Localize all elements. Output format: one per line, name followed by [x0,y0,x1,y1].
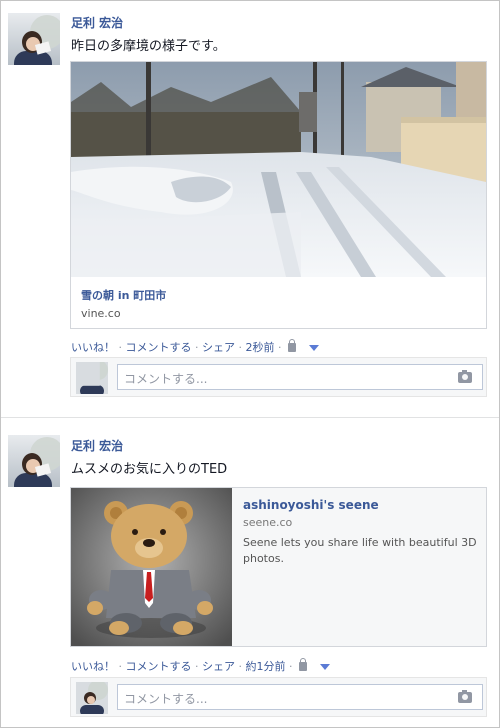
author-avatar[interactable] [8,13,60,65]
comment-input[interactable]: コメントする... [117,684,483,710]
post-actions: いいね！ · コメントする · シェア · 約1分前 · [71,658,330,674]
timestamp-link[interactable]: 約1分前 [246,660,286,673]
camera-icon[interactable] [458,370,472,383]
comment-input[interactable]: コメントする... [117,364,483,390]
lock-icon[interactable] [299,658,307,671]
separator: · [289,660,296,673]
separator: · [195,341,202,354]
comment-placeholder: コメントする... [124,372,208,386]
attachment-caption[interactable]: 雪の朝 in 町田市 vine.co [71,277,486,328]
link-attachment[interactable]: 雪の朝 in 町田市 vine.co [70,61,487,329]
viewer-avatar [76,362,108,394]
feed-post: 足利 宏治 昨日の多摩境の様子です。 雪の朝 in 町田市 vine.co いい… [1,1,499,417]
like-link[interactable]: いいね！ [71,341,115,354]
viewer-avatar [76,682,108,714]
author-name[interactable]: 足利 宏治 [71,14,123,31]
comment-composer: コメントする... [70,677,487,717]
like-link[interactable]: いいね！ [71,660,115,673]
post-text: ムスメのお気に入りのTED [71,462,228,477]
lock-icon[interactable] [288,339,296,352]
timestamp-link[interactable]: 2秒前 [246,341,275,354]
attachment-title[interactable]: 雪の朝 in 町田市 [81,287,476,303]
separator: · [195,660,202,673]
comment-link[interactable]: コメントする [126,660,192,673]
post-divider [1,417,499,418]
separator: · [118,660,126,673]
comment-composer: コメントする... [70,357,487,397]
comment-link[interactable]: コメントする [126,341,192,354]
post-actions: いいね！ · コメントする · シェア · 2秒前 · [71,339,319,355]
share-link[interactable]: シェア [202,660,235,673]
separator: · [238,341,246,354]
separator: · [118,341,126,354]
link-attachment[interactable]: ashinoyoshi's seene seene.co Seene lets … [70,487,487,647]
author-avatar[interactable] [8,435,60,487]
feed-post: 足利 宏治 ムスメのお気に入りのTED ashinoyoshi's seene … [1,421,499,727]
separator: · [278,341,285,354]
post-text: 昨日の多摩境の様子です。 [71,39,226,54]
share-link[interactable]: シェア [202,341,235,354]
attachment-info[interactable]: ashinoyoshi's seene seene.co Seene lets … [243,498,478,567]
separator: · [238,660,246,673]
camera-icon[interactable] [458,690,472,703]
news-feed: 足利 宏治 昨日の多摩境の様子です。 雪の朝 in 町田市 vine.co いい… [0,0,500,728]
comment-placeholder: コメントする... [124,692,208,706]
snow-scene-image[interactable] [71,62,486,277]
attachment-title[interactable]: ashinoyoshi's seene [243,498,478,512]
attachment-description: Seene lets you share life with beautiful… [243,536,477,565]
teddy-bear-image[interactable] [71,488,232,646]
attachment-domain: seene.co [243,516,293,529]
author-name[interactable]: 足利 宏治 [71,437,123,454]
chevron-down-icon[interactable] [308,345,319,351]
chevron-down-icon[interactable] [319,664,330,670]
attachment-domain: vine.co [81,307,121,320]
